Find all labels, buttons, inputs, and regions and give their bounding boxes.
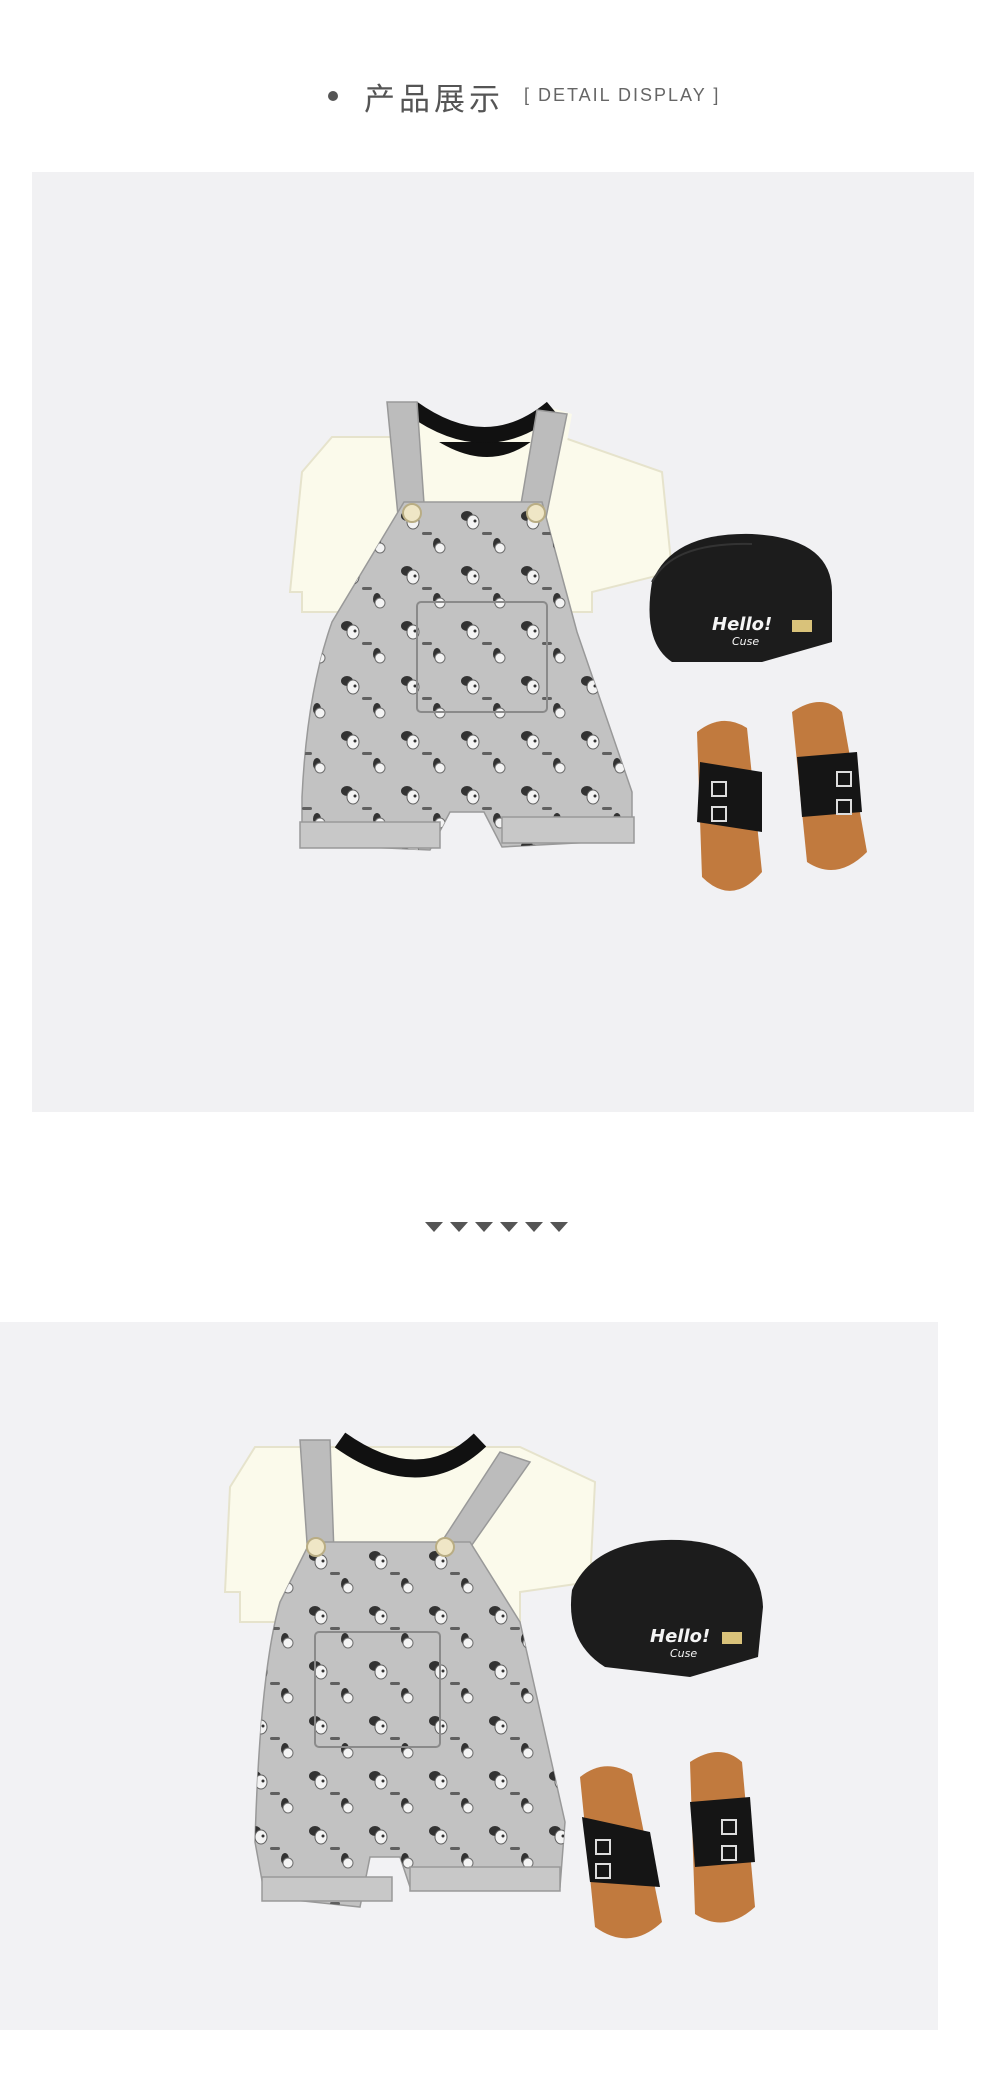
product-photo-1: Hello! Cuse (32, 172, 974, 1112)
product-photo-2: Hello! Cuse (0, 1322, 938, 2030)
arrow-down-icon-2 (450, 1222, 468, 1232)
arrow-down-icon-1 (425, 1222, 443, 1232)
section-title-cn: 产品展示 (364, 82, 504, 118)
bullet-dot-icon (328, 91, 338, 101)
outfit-flatlay-1: Hello! Cuse (288, 401, 867, 891)
outfit-flatlay-2: Hello! Cuse (223, 1432, 763, 1939)
cap: Hello! Cuse (649, 533, 832, 662)
arrow-down-icon-5 (525, 1222, 543, 1232)
arrow-down-icon-6 (550, 1222, 568, 1232)
cap-2: Hello! Cuse (570, 1539, 763, 1677)
section-header: 产品展示 [ DETAIL DISPLAY ] (0, 70, 1000, 120)
sandals-2 (580, 1752, 755, 1939)
cap-text-2b: Cuse (670, 1647, 697, 1660)
sandals (697, 702, 867, 891)
cap-text-1: Hello! (712, 614, 772, 635)
cap-text-2: Cuse (732, 635, 759, 648)
arrow-down-icon-4 (500, 1222, 518, 1232)
divider-arrows (425, 1222, 575, 1236)
arrow-down-icon-3 (475, 1222, 493, 1232)
section-title-en: [ DETAIL DISPLAY ] (524, 85, 721, 105)
cap-text-1b: Hello! (650, 1626, 710, 1647)
